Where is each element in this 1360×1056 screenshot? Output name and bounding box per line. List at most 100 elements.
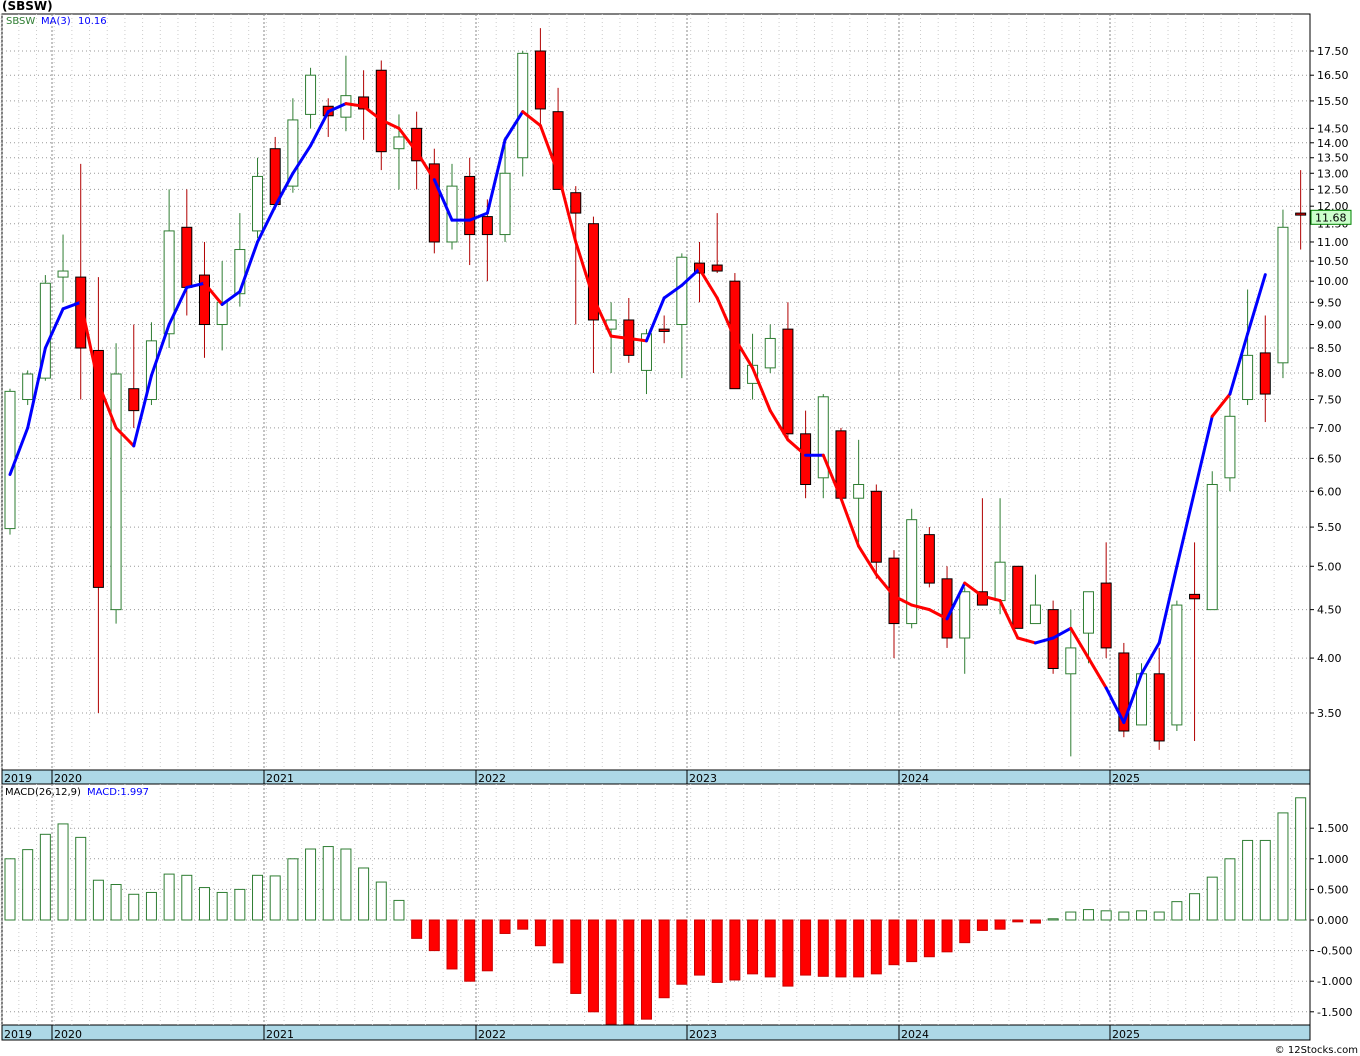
candle-body xyxy=(1224,415,1236,479)
year-label-bottom: 2019 xyxy=(4,1028,32,1041)
legend-macd-label: MACD(26,12,9) xyxy=(5,787,81,798)
macd-bar xyxy=(1259,839,1271,921)
candle-body xyxy=(870,490,882,563)
price-tick-label: 5.50 xyxy=(1317,521,1342,534)
price-tick-label: 9.00 xyxy=(1317,319,1342,332)
macd-tick-label: -1.500 xyxy=(1317,1006,1352,1019)
macd-bar xyxy=(57,823,69,921)
price-panel xyxy=(1,13,1311,771)
price-tick-label: 11.00 xyxy=(1317,236,1349,249)
legend-symbol: SBSW xyxy=(6,16,36,27)
price-tick-label: 12.50 xyxy=(1317,183,1349,196)
candle-body xyxy=(1082,591,1094,634)
price-tick-label: 17.50 xyxy=(1317,45,1349,58)
macd-tick-label: 1.500 xyxy=(1317,822,1349,835)
price-tick-label: 8.50 xyxy=(1317,342,1342,355)
candle-body xyxy=(252,175,264,232)
macd-bar xyxy=(976,919,988,931)
macd-bar xyxy=(640,919,652,1020)
candle-body xyxy=(4,390,16,530)
macd-bar xyxy=(305,848,317,921)
macd-tick-label: 0.500 xyxy=(1317,883,1349,896)
macd-bar xyxy=(358,867,370,921)
macd-bar xyxy=(39,833,51,921)
macd-bar xyxy=(1224,858,1236,921)
legend-macd-value: MACD:1.997 xyxy=(87,787,149,798)
price-tick-label: 14.00 xyxy=(1317,137,1349,150)
price-tick-label: 7.00 xyxy=(1317,422,1342,435)
price-tick-label: 13.00 xyxy=(1317,167,1349,180)
macd-bar xyxy=(92,879,104,921)
macd-bar xyxy=(1242,839,1254,921)
year-label-top: 2020 xyxy=(54,772,82,785)
macd-bar xyxy=(287,858,299,921)
macd-bar xyxy=(181,874,193,921)
price-tick-label: 13.50 xyxy=(1317,152,1349,165)
candle-body xyxy=(676,256,688,326)
year-label-bottom: 2021 xyxy=(266,1028,294,1041)
year-label-top: 2025 xyxy=(1112,772,1140,785)
candle-body xyxy=(181,226,193,288)
macd-bar xyxy=(234,888,246,921)
candle-body xyxy=(1100,582,1112,649)
macd-bar xyxy=(110,884,122,921)
macd-bar xyxy=(711,919,723,983)
macd-bar xyxy=(817,919,829,977)
price-tick-label: 5.00 xyxy=(1317,560,1342,573)
candle-body xyxy=(57,270,69,278)
macd-bar xyxy=(499,919,511,934)
macd-bar xyxy=(393,899,405,921)
macd-bar xyxy=(959,919,971,944)
macd-bar xyxy=(764,919,776,978)
candle-body xyxy=(464,175,476,236)
candle-body xyxy=(1259,352,1271,395)
macd-bar xyxy=(428,919,440,952)
legend-ma-value: 10.16 xyxy=(78,16,107,27)
candle-body xyxy=(1153,673,1165,742)
candle-body xyxy=(658,328,670,332)
candle-body xyxy=(269,148,281,205)
candle-body xyxy=(534,50,546,110)
macd-bar xyxy=(994,919,1006,930)
macd-bar xyxy=(835,919,847,978)
macd-bar xyxy=(941,919,953,953)
macd-bar xyxy=(623,919,635,1025)
macd-bar xyxy=(163,873,175,921)
candle-body xyxy=(711,264,723,272)
macd-bar xyxy=(4,858,16,921)
macd-bar xyxy=(1029,919,1041,924)
macd-bar xyxy=(252,874,264,921)
macd-bar xyxy=(1047,918,1059,921)
macd-bar xyxy=(1082,909,1094,921)
year-label-top: 2021 xyxy=(266,772,294,785)
candle-body xyxy=(1277,226,1289,364)
macd-bar xyxy=(658,919,670,999)
macd-bar xyxy=(1136,910,1148,921)
macd-bar xyxy=(870,919,882,975)
macd-bar xyxy=(322,846,334,921)
price-tick-label: 10.00 xyxy=(1317,275,1349,288)
price-tick-label: 7.50 xyxy=(1317,394,1342,407)
macd-bar xyxy=(1295,797,1307,921)
price-tick-label: 4.50 xyxy=(1317,604,1342,617)
macd-tick-label: -1.000 xyxy=(1317,975,1352,988)
macd-bar xyxy=(1189,893,1201,921)
macd-bar xyxy=(1277,812,1289,921)
last-price-label: 11.68 xyxy=(1315,211,1347,224)
price-tick-label: 4.00 xyxy=(1317,652,1342,665)
macd-bar xyxy=(375,881,387,921)
stock-chart: 3.50 4.00 4.50 5.00 5.50 6.00 6.50 7.00 7.50 8.00… xyxy=(0,13,1352,1041)
candle-body xyxy=(853,483,865,499)
price-tick-label: 3.50 xyxy=(1317,707,1342,720)
year-label-bottom: 2020 xyxy=(54,1028,82,1041)
macd-bar xyxy=(782,919,794,987)
macd-bar xyxy=(570,919,582,994)
year-label-bottom: 2022 xyxy=(478,1028,506,1041)
macd-bar xyxy=(676,919,688,985)
macd-bar xyxy=(464,919,476,982)
candle-body xyxy=(1012,565,1024,629)
macd-bar xyxy=(75,836,87,921)
macd-bar xyxy=(1153,911,1165,921)
candle-body xyxy=(570,192,582,214)
candle-body xyxy=(1029,604,1041,625)
